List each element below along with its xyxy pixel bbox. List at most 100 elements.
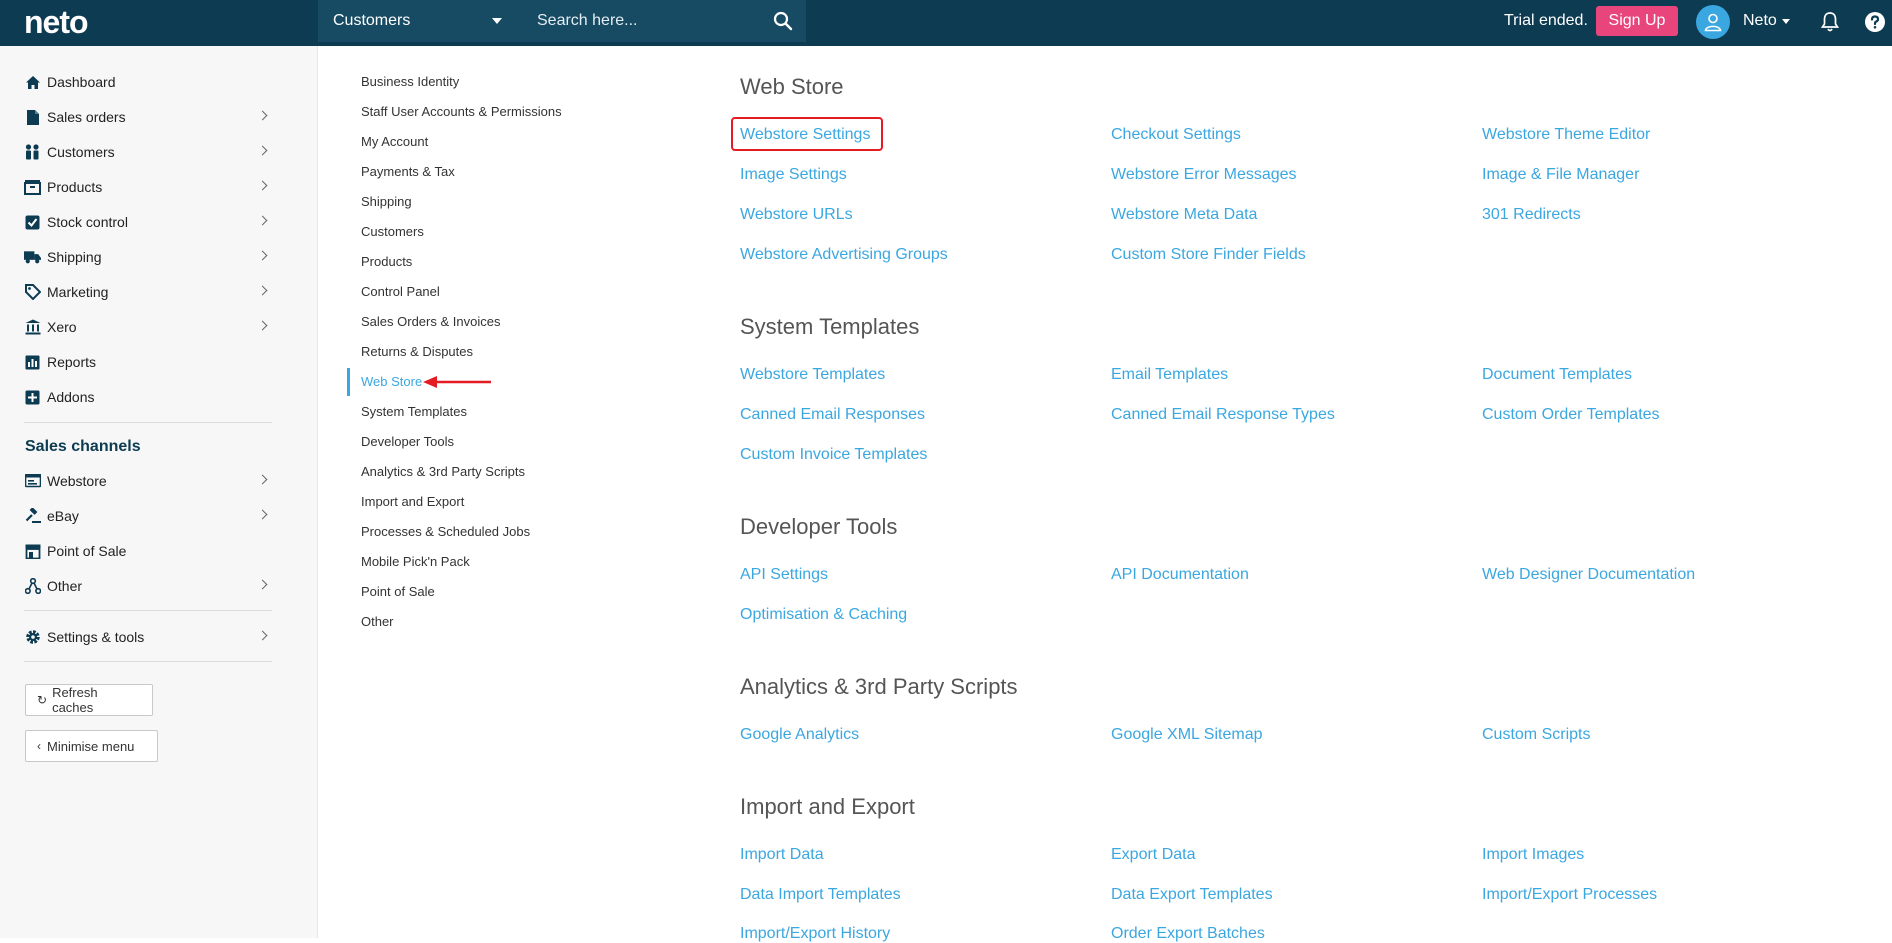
settings-menu-item-web-store[interactable]: Web Store — [361, 374, 422, 389]
sidebar-item-marketing[interactable]: Marketing — [24, 280, 272, 304]
link-canned-email-responses[interactable]: Canned Email Responses — [740, 406, 925, 424]
user-menu[interactable]: Neto — [1743, 12, 1790, 30]
link-import-export-processes[interactable]: Import/Export Processes — [1482, 886, 1657, 904]
sidebar-item-label: Sales orders — [47, 109, 126, 125]
link-webstore-settings[interactable]: Webstore Settings — [740, 126, 870, 144]
settings-menu-item[interactable]: Payments & Tax — [361, 164, 455, 179]
settings-menu-item[interactable]: Business Identity — [361, 74, 459, 89]
neto-logo[interactable]: neto — [24, 4, 89, 41]
chevron-down-icon — [492, 18, 502, 24]
chevron-right-icon — [257, 215, 268, 226]
sidebar-item-label: Other — [47, 578, 83, 594]
sidebar-item-customers[interactable]: Customers — [24, 140, 272, 164]
link-export-data[interactable]: Export Data — [1111, 846, 1195, 864]
refresh-caches-button[interactable]: ↻ Refresh caches — [25, 684, 153, 716]
sidebar-item-shipping[interactable]: Shipping — [24, 245, 272, 269]
link-image-settings[interactable]: Image Settings — [740, 166, 847, 184]
sidebar-item-reports[interactable]: Reports — [24, 350, 272, 374]
sidebar-item-addons[interactable]: Addons — [24, 385, 272, 409]
settings-menu-item[interactable]: Analytics & 3rd Party Scripts — [361, 464, 525, 479]
help-button[interactable] — [1864, 11, 1886, 38]
sidebar-item-settings-tools[interactable]: Settings & tools — [24, 625, 272, 649]
link-webstore-urls[interactable]: Webstore URLs — [740, 206, 853, 224]
share-icon — [24, 578, 41, 595]
settings-menu-item[interactable]: Mobile Pick'n Pack — [361, 554, 470, 569]
annotation-arrow — [423, 376, 491, 388]
settings-menu-item[interactable]: Returns & Disputes — [361, 344, 473, 359]
link-optimisation-caching[interactable]: Optimisation & Caching — [740, 606, 907, 624]
link-custom-store-finder-fields[interactable]: Custom Store Finder Fields — [1111, 246, 1306, 264]
sidebar-item-products[interactable]: Products — [24, 175, 272, 199]
sidebar-item-label: Stock control — [47, 214, 128, 230]
box-icon — [24, 179, 41, 196]
link-import-data[interactable]: Import Data — [740, 846, 824, 864]
sidebar-item-label: Point of Sale — [47, 543, 127, 559]
link-web-designer-documentation[interactable]: Web Designer Documentation — [1482, 566, 1695, 584]
sales-channels-heading: Sales channels — [25, 438, 141, 455]
settings-menu-item[interactable]: Control Panel — [361, 284, 440, 299]
settings-menu-item[interactable]: Import and Export — [361, 494, 464, 509]
link-custom-scripts[interactable]: Custom Scripts — [1482, 726, 1590, 744]
settings-menu-item[interactable]: Processes & Scheduled Jobs — [361, 524, 530, 539]
link-import-export-history[interactable]: Import/Export History — [740, 925, 890, 943]
search-input[interactable] — [518, 0, 760, 42]
avatar[interactable] — [1696, 5, 1730, 39]
link-data-export-templates[interactable]: Data Export Templates — [1111, 886, 1273, 904]
settings-menu-item[interactable]: Products — [361, 254, 412, 269]
settings-menu-item[interactable]: Staff User Accounts & Permissions — [361, 104, 562, 119]
sidebar-item-dashboard[interactable]: Dashboard — [24, 70, 272, 94]
link-api-documentation[interactable]: API Documentation — [1111, 566, 1249, 584]
settings-menu-item[interactable]: Customers — [361, 224, 424, 239]
user-icon — [1704, 13, 1722, 32]
link-document-templates[interactable]: Document Templates — [1482, 366, 1632, 384]
link-api-settings[interactable]: API Settings — [740, 566, 828, 584]
link-data-import-templates[interactable]: Data Import Templates — [740, 886, 901, 904]
link-webstore-error-messages[interactable]: Webstore Error Messages — [1111, 166, 1297, 184]
settings-menu-item[interactable]: Developer Tools — [361, 434, 454, 449]
chevron-right-icon — [257, 474, 268, 485]
settings-menu-item[interactable]: My Account — [361, 134, 428, 149]
sidebar-item-point-of-sale[interactable]: Point of Sale — [24, 539, 272, 563]
sidebar-item-ebay[interactable]: eBay — [24, 504, 272, 528]
settings-menu-item[interactable]: Point of Sale — [361, 584, 435, 599]
sidebar-item-label: Customers — [47, 144, 115, 160]
sidebar-item-sales-orders[interactable]: Sales orders — [24, 105, 272, 129]
sign-up-button[interactable]: Sign Up — [1596, 6, 1678, 36]
chevron-left-icon: ‹ — [37, 739, 41, 753]
link-image-file-manager[interactable]: Image & File Manager — [1482, 166, 1639, 184]
link-order-export-batches[interactable]: Order Export Batches — [1111, 925, 1265, 943]
link-email-templates[interactable]: Email Templates — [1111, 366, 1228, 384]
search-scope-dropdown[interactable]: Customers — [318, 0, 518, 42]
link-301-redirects[interactable]: 301 Redirects — [1482, 206, 1581, 224]
gear-icon — [24, 629, 41, 646]
link-webstore-meta-data[interactable]: Webstore Meta Data — [1111, 206, 1257, 224]
sidebar-item-label: Reports — [47, 354, 97, 370]
link-webstore-theme-editor[interactable]: Webstore Theme Editor — [1482, 126, 1650, 144]
settings-menu-item[interactable]: Other — [361, 614, 394, 629]
section-title-import-export: Import and Export — [740, 794, 915, 819]
link-google-xml-sitemap[interactable]: Google XML Sitemap — [1111, 726, 1262, 744]
link-custom-invoice-templates[interactable]: Custom Invoice Templates — [740, 446, 927, 464]
sidebar-item-stock-control[interactable]: Stock control — [24, 210, 272, 234]
top-bar: neto Customers Trial ended. Sign Up Neto — [0, 0, 1892, 46]
link-webstore-advertising-groups[interactable]: Webstore Advertising Groups — [740, 246, 948, 264]
minimise-menu-button[interactable]: ‹ Minimise menu — [25, 730, 158, 762]
truck-icon — [24, 249, 41, 266]
sidebar-item-xero[interactable]: Xero — [24, 315, 272, 339]
link-google-analytics[interactable]: Google Analytics — [740, 726, 859, 744]
link-checkout-settings[interactable]: Checkout Settings — [1111, 126, 1241, 144]
sidebar-item-webstore[interactable]: Webstore — [24, 469, 272, 493]
sidebar-item-other[interactable]: Other — [24, 574, 272, 598]
settings-menu-item[interactable]: Shipping — [361, 194, 412, 209]
search-button[interactable] — [760, 0, 806, 42]
link-custom-order-templates[interactable]: Custom Order Templates — [1482, 406, 1660, 424]
monitor-icon — [24, 473, 41, 490]
notifications-button[interactable] — [1820, 11, 1840, 38]
link-import-images[interactable]: Import Images — [1482, 846, 1584, 864]
chevron-right-icon — [257, 320, 268, 331]
refresh-caches-label: Refresh caches — [52, 685, 98, 715]
settings-menu-item[interactable]: System Templates — [361, 404, 467, 419]
settings-menu-item[interactable]: Sales Orders & Invoices — [361, 314, 500, 329]
link-canned-email-response-types[interactable]: Canned Email Response Types — [1111, 406, 1335, 424]
link-webstore-templates[interactable]: Webstore Templates — [740, 366, 885, 384]
